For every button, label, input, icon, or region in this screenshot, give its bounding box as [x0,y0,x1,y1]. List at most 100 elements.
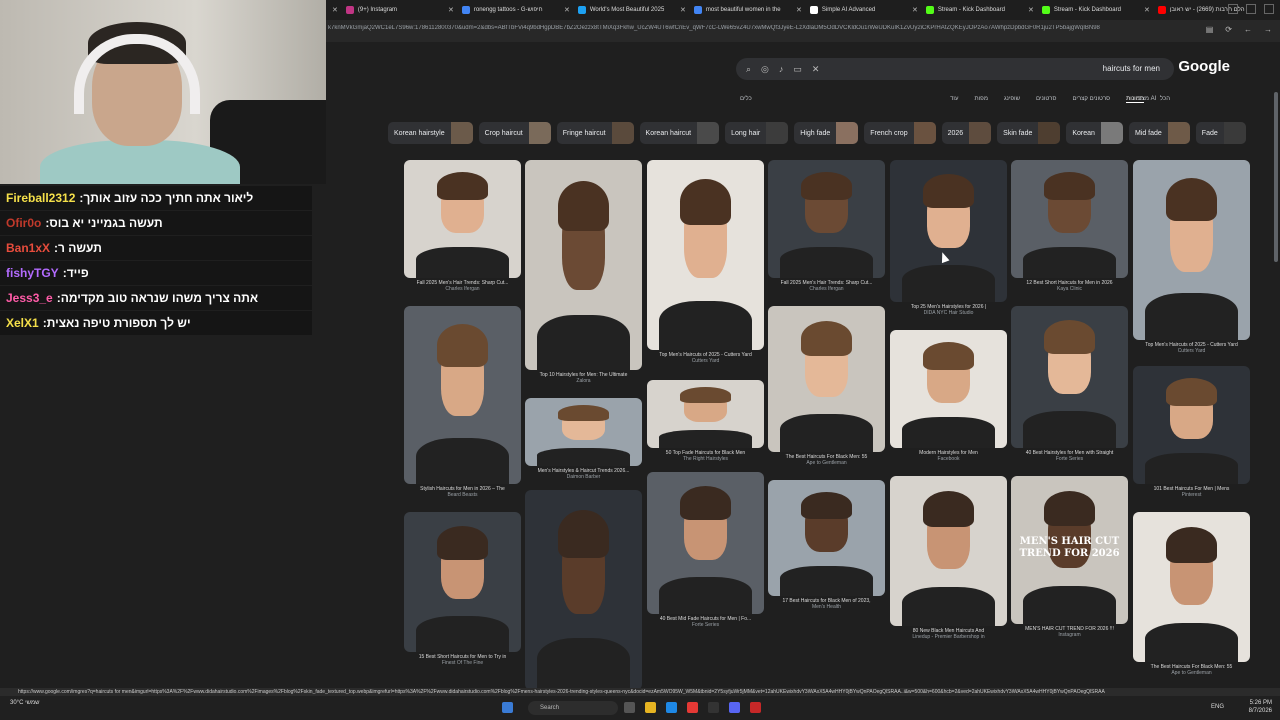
image-result[interactable]: Top Men's Haircuts of 2025 - Cutters Yar… [647,160,764,364]
obs-icon[interactable] [708,702,719,713]
related-chip[interactable]: Korean [1066,122,1123,144]
tab-close-icon[interactable]: ✕ [680,6,686,14]
filter-tab[interactable]: מפות [974,96,988,103]
lens-icon[interactable]: ◎ [761,64,769,75]
taskbar-search[interactable]: Search [528,701,618,715]
related-chip[interactable]: High fade [794,122,859,144]
related-chip[interactable]: Crop haircut [478,122,551,144]
browser-tab[interactable]: ✕ World's Most Beautiful 2025 [558,0,674,20]
page-scrollbar[interactable] [1274,92,1278,262]
edge-icon[interactable] [666,702,677,713]
result-thumbnail[interactable] [525,398,642,466]
clear-icon[interactable]: ✕ [812,64,820,75]
result-thumbnail[interactable] [768,306,885,452]
related-chip[interactable]: French crop [864,122,936,144]
image-result[interactable]: 15 Best Short Haircuts for Men to Try in… [404,512,521,666]
image-result[interactable]: Fall 2025 Men's Hair Trends: Sharp Cut..… [768,160,885,292]
result-thumbnail[interactable] [404,512,521,652]
image-result[interactable]: Modern Hairstyles for Men Facebook [890,330,1007,462]
filter-tab[interactable]: עוד [950,96,958,103]
related-chip[interactable]: Mid fade [1128,122,1190,144]
ai-mode-button[interactable]: מצב AI [1138,96,1156,102]
result-thumbnail[interactable] [525,490,642,690]
related-chip[interactable]: Korean hairstyle [388,122,473,144]
image-result[interactable]: Fall 2025 Men's Hair Trends: Sharp Cut..… [404,160,521,292]
discord-icon[interactable] [729,702,740,713]
browser-tab[interactable]: ✕ most beautiful women in the [674,0,790,20]
result-thumbnail[interactable] [404,306,521,484]
browser-tab[interactable]: ✕ Stream - Kick Dashboard [1022,0,1138,20]
search-box[interactable]: ⌕ ◎ ♪ ▭ ✕ haircuts for men [736,58,1174,80]
search-query[interactable]: haircuts for men [1103,64,1160,73]
image-result[interactable]: Men's Hairstyles & Haircut Trends 2026..… [525,398,642,480]
back-icon[interactable]: ← [1244,25,1252,34]
result-thumbnail[interactable] [525,160,642,370]
filter-tab[interactable]: סרטונים קצרים [1072,96,1110,103]
tab-close-icon[interactable]: ✕ [448,6,454,14]
tab-close-icon[interactable]: ✕ [1144,6,1150,14]
browser-tab[interactable]: ✕ (9+) Instagram [326,0,442,20]
tab-close-icon[interactable]: ✕ [332,6,338,14]
image-result[interactable]: 80 New Black Men Haircuts And Linedup - P… [890,476,1007,640]
search-icon[interactable]: ⌕ [746,64,751,75]
result-thumbnail[interactable] [890,330,1007,448]
result-thumbnail[interactable] [1011,160,1128,278]
result-thumbnail[interactable] [1133,512,1250,662]
mic-icon[interactable]: ♪ [779,64,784,74]
tab-close-icon[interactable]: ✕ [912,6,918,14]
result-thumbnail[interactable] [647,472,764,614]
result-thumbnail[interactable] [890,476,1007,626]
image-result[interactable]: 40 Best Hairstyles for Men with Straight… [1011,306,1128,462]
url-field[interactable]: k7knMVkGmjaQ2WC1eL7S96w:1786112800370&ud… [328,25,1200,31]
result-thumbnail[interactable] [1133,160,1250,340]
image-result[interactable]: 12 Best Short Haircuts for Men in 2026 Ka… [1011,160,1128,292]
weather-widget[interactable]: 30°C שמשי [10,700,39,706]
file-explorer-icon[interactable] [645,702,656,713]
browser-tab[interactable]: ✕ Simple AI Advanced [790,0,906,20]
result-thumbnail[interactable]: MEN'S HAIR CUT TREND FOR 2026 [1011,476,1128,624]
forward-icon[interactable]: → [1264,25,1272,34]
app-icon[interactable] [750,702,761,713]
close-window-icon[interactable] [1264,4,1274,14]
tab-close-icon[interactable]: ✕ [564,6,570,14]
system-tray-lang[interactable]: ENG [1211,704,1224,710]
extensions-icon[interactable]: ▤ [1206,25,1214,34]
reload-icon[interactable]: ⟳ [1225,25,1232,34]
minimize-icon[interactable] [1228,4,1238,14]
filter-tab[interactable]: שופינג [1004,96,1020,103]
result-thumbnail[interactable] [768,160,885,278]
related-chip[interactable]: Fade [1195,122,1246,144]
filter-tab[interactable]: הכל [1160,96,1170,103]
image-result[interactable]: 17 Best Haircuts for Black Men of 2023, M… [768,480,885,610]
result-thumbnail[interactable] [890,160,1007,302]
image-result[interactable]: 101 Best Haircuts For Men | Mens Pinteres… [1133,366,1250,498]
image-result[interactable]: MEN'S HAIR CUT TREND FOR 2026 MEN'S HAIR … [1011,476,1128,638]
image-result[interactable]: The Best Haircuts For Black Men: 55 Ape t… [768,306,885,466]
task-view-icon[interactable] [624,702,635,713]
result-thumbnail[interactable] [404,160,521,278]
browser-tab[interactable]: ✕ Stream - Kick Dashboard [906,0,1022,20]
maximize-icon[interactable] [1246,4,1256,14]
related-chip[interactable]: Fringe haircut [556,122,634,144]
image-result[interactable] [525,490,642,692]
image-result[interactable]: 40 Best Mid Fade Haircuts for Men | Fo..… [647,472,764,628]
tools-button[interactable]: כלים [740,96,752,102]
tab-close-icon[interactable]: ✕ [1028,6,1034,14]
image-result[interactable]: The Best Haircuts For Black Men: 55 Ape t… [1133,512,1250,676]
related-chip[interactable]: Korean haircut [639,122,720,144]
google-logo[interactable]: Google [1178,58,1230,75]
image-result[interactable]: Top 10 Hairstyles for Men: The Ultimate Z… [525,160,642,384]
related-chip[interactable]: 2026 [941,122,992,144]
result-thumbnail[interactable] [647,160,764,350]
image-result[interactable]: Stylish Haircuts for Men in 2026 – The Be… [404,306,521,498]
chrome-icon[interactable] [687,702,698,713]
tab-close-icon[interactable]: ✕ [796,6,802,14]
clock[interactable]: 5:26 PM 8/7/2026 [1249,699,1272,715]
image-result[interactable]: Top Men's Haircuts of 2025 - Cutters Yar… [1133,160,1250,354]
result-thumbnail[interactable] [1133,366,1250,484]
image-result[interactable]: Top 25 Men's Hairstyles for 2026 | DIDA N… [890,160,1007,316]
related-chip[interactable]: Skin fade [997,122,1061,144]
result-thumbnail[interactable] [1011,306,1128,448]
filter-tab[interactable]: סרטונים [1036,96,1056,103]
keyboard-icon[interactable]: ▭ [793,64,802,75]
